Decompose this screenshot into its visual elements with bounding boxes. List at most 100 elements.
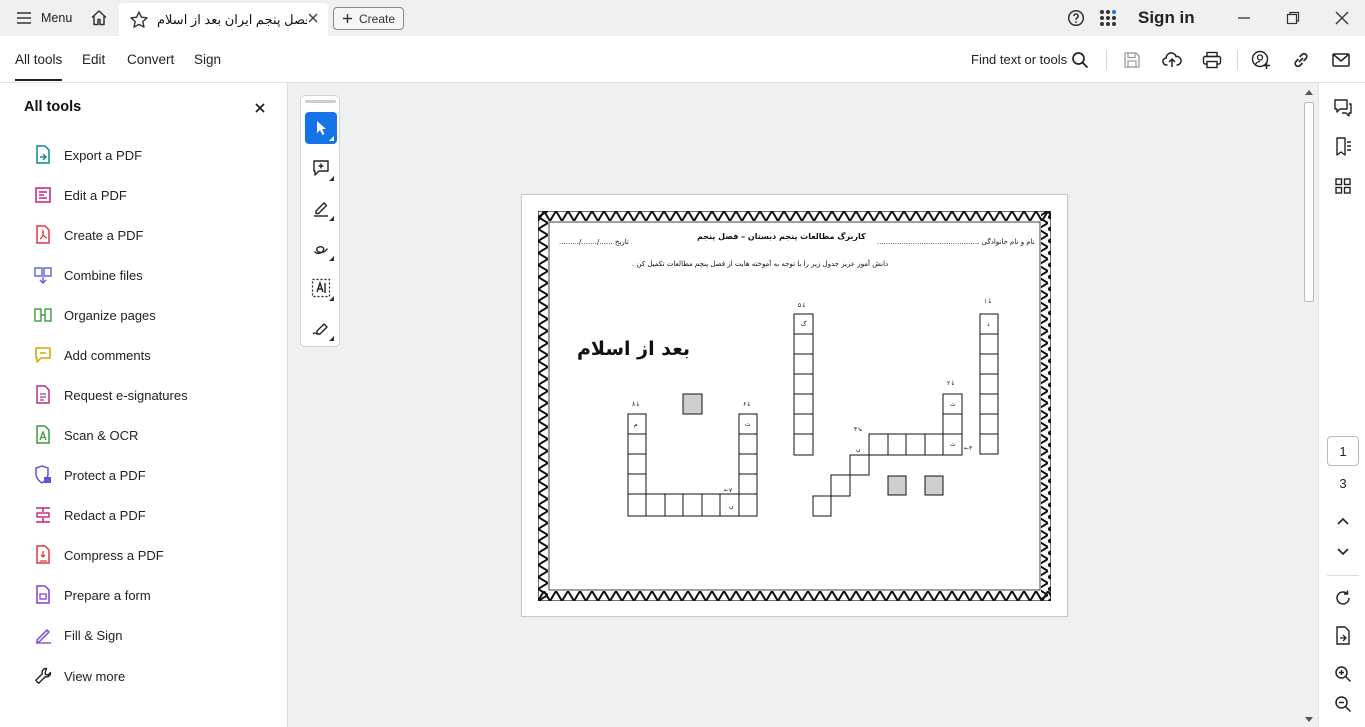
save-button[interactable] — [1120, 48, 1144, 72]
freehand-draw-icon — [312, 239, 330, 257]
scroll-down-arrow-icon[interactable] — [1305, 717, 1313, 723]
tool-label: Request e-signatures — [64, 387, 188, 403]
bookmarks-panel-button[interactable] — [1331, 135, 1355, 159]
fill-sign-icon — [34, 626, 52, 644]
next-page-button[interactable] — [1331, 540, 1355, 564]
create-label: Create — [358, 11, 396, 26]
tool-redact-pdf[interactable]: Redact a PDF — [34, 502, 146, 528]
print-button[interactable] — [1200, 48, 1224, 72]
tool-label: Scan & OCR — [64, 427, 139, 443]
comments-panel-button[interactable] — [1331, 96, 1355, 120]
minimize-button[interactable] — [1232, 6, 1256, 30]
edit-pdf-icon — [34, 186, 52, 204]
export-pdf-icon — [34, 145, 52, 165]
organize-pages-icon — [34, 306, 52, 324]
drag-grip[interactable] — [305, 100, 336, 103]
add-comment-tool-button[interactable] — [305, 152, 337, 184]
tab-sign[interactable]: Sign — [194, 52, 221, 67]
tool-create-pdf[interactable]: Create a PDF — [34, 222, 143, 248]
tool-fill-sign[interactable]: Fill & Sign — [34, 622, 123, 648]
minimize-icon — [1237, 11, 1251, 25]
tool-combine-files[interactable]: Combine files — [34, 262, 143, 288]
view-more-label: View more — [64, 668, 126, 684]
tool-label: Organize pages — [64, 307, 156, 323]
restore-button[interactable] — [1281, 6, 1305, 30]
close-window-button[interactable] — [1330, 6, 1354, 30]
save-icon — [1123, 51, 1141, 69]
tab-all-tools[interactable]: All tools — [15, 52, 63, 81]
pdf-page[interactable]: کاربرگ مطالعات پنجم دبستان – فصل پنجم نا… — [521, 194, 1068, 617]
tool-label: Edit a PDF — [64, 187, 127, 203]
search-icon — [1071, 51, 1089, 69]
panel-close-icon[interactable] — [254, 102, 266, 114]
select-tool-button[interactable] — [305, 112, 337, 144]
zoom-in-button[interactable] — [1331, 662, 1355, 686]
compress-pdf-icon — [34, 545, 52, 565]
tool-label: Protect a PDF — [64, 467, 146, 483]
tool-organize-pages[interactable]: Organize pages — [34, 302, 156, 328]
zoom-out-button[interactable] — [1331, 692, 1355, 716]
tool-scan-ocr[interactable]: Scan & OCR — [34, 422, 138, 448]
thumbnails-grid-icon — [1335, 178, 1351, 194]
share-user-button[interactable] — [1249, 48, 1273, 72]
home-button[interactable] — [84, 4, 114, 32]
grid-letter: ن — [729, 503, 733, 510]
rail-divider — [1327, 575, 1359, 576]
svg-text:۱↓: ۱↓ — [984, 298, 992, 305]
upload-cloud-button[interactable] — [1160, 48, 1184, 72]
scroll-up-arrow-icon[interactable] — [1305, 89, 1313, 95]
page-extract-button[interactable] — [1331, 624, 1355, 648]
submenu-indicator — [329, 176, 334, 181]
grid-letter: ت — [950, 441, 956, 448]
tool-compress-pdf[interactable]: Compress a PDF — [34, 542, 164, 568]
tool-add-comments[interactable]: Add comments — [34, 342, 151, 368]
tab-edit[interactable]: Edit — [82, 52, 105, 67]
svg-text:۶↓: ۶↓ — [743, 401, 751, 408]
scrollbar-thumb[interactable] — [1304, 102, 1314, 302]
title-bar: Menu فصل پنجم ایران بعد از اسلام... Crea… — [0, 0, 1365, 36]
request-esignatures-icon — [34, 385, 52, 405]
tool-protect-pdf[interactable]: Protect a PDF — [34, 462, 146, 488]
submenu-indicator — [329, 216, 334, 221]
tool-label: Create a PDF — [64, 227, 144, 243]
create-button[interactable]: Create — [333, 7, 404, 30]
text-box-tool-button[interactable] — [305, 272, 337, 304]
star-icon[interactable] — [129, 10, 149, 30]
wrench-icon — [34, 667, 52, 685]
highlight-tool-button[interactable] — [305, 192, 337, 224]
view-more-link[interactable]: View more — [34, 663, 125, 689]
comments-icon — [1333, 98, 1353, 118]
highlighter-icon — [312, 199, 330, 217]
sign-tool-button[interactable] — [305, 312, 337, 344]
vertical-scrollbar[interactable] — [1302, 87, 1316, 727]
copy-link-button[interactable] — [1289, 48, 1313, 72]
grid-letter: د — [987, 321, 990, 328]
previous-page-button[interactable] — [1331, 509, 1355, 533]
tool-edit-pdf[interactable]: Edit a PDF — [34, 182, 127, 208]
search-button[interactable] — [1068, 48, 1092, 72]
thumbnails-panel-button[interactable] — [1331, 174, 1355, 198]
tab-convert[interactable]: Convert — [127, 52, 174, 67]
tool-label: Compress a PDF — [64, 547, 164, 563]
apps-button[interactable] — [1096, 6, 1120, 30]
menu-button[interactable]: Menu — [8, 4, 80, 32]
menu-label: Menu — [41, 11, 73, 25]
tool-prepare-form[interactable]: Prepare a form — [34, 582, 151, 608]
current-page-input[interactable]: 1 — [1327, 436, 1359, 466]
document-tab[interactable]: فصل پنجم ایران بعد از اسلام... — [119, 3, 328, 36]
sign-in-link[interactable]: Sign in — [1138, 8, 1195, 28]
email-button[interactable] — [1329, 48, 1353, 72]
find-text-or-tools[interactable]: Find text or tools — [971, 52, 1067, 67]
rotate-button[interactable] — [1331, 586, 1355, 610]
tab-close-icon[interactable] — [306, 11, 320, 25]
tool-label: Combine files — [64, 267, 143, 283]
svg-text:۸↓: ۸↓ — [632, 401, 640, 408]
redact-pdf-icon — [34, 506, 52, 524]
help-button[interactable] — [1064, 6, 1088, 30]
tool-export-pdf[interactable]: Export a PDF — [34, 142, 142, 168]
tool-request-esignatures[interactable]: Request e-signatures — [34, 382, 188, 408]
draw-tool-button[interactable] — [305, 232, 337, 264]
grid-letter: م — [634, 421, 638, 428]
submenu-indicator — [329, 256, 334, 261]
home-icon — [90, 9, 108, 27]
